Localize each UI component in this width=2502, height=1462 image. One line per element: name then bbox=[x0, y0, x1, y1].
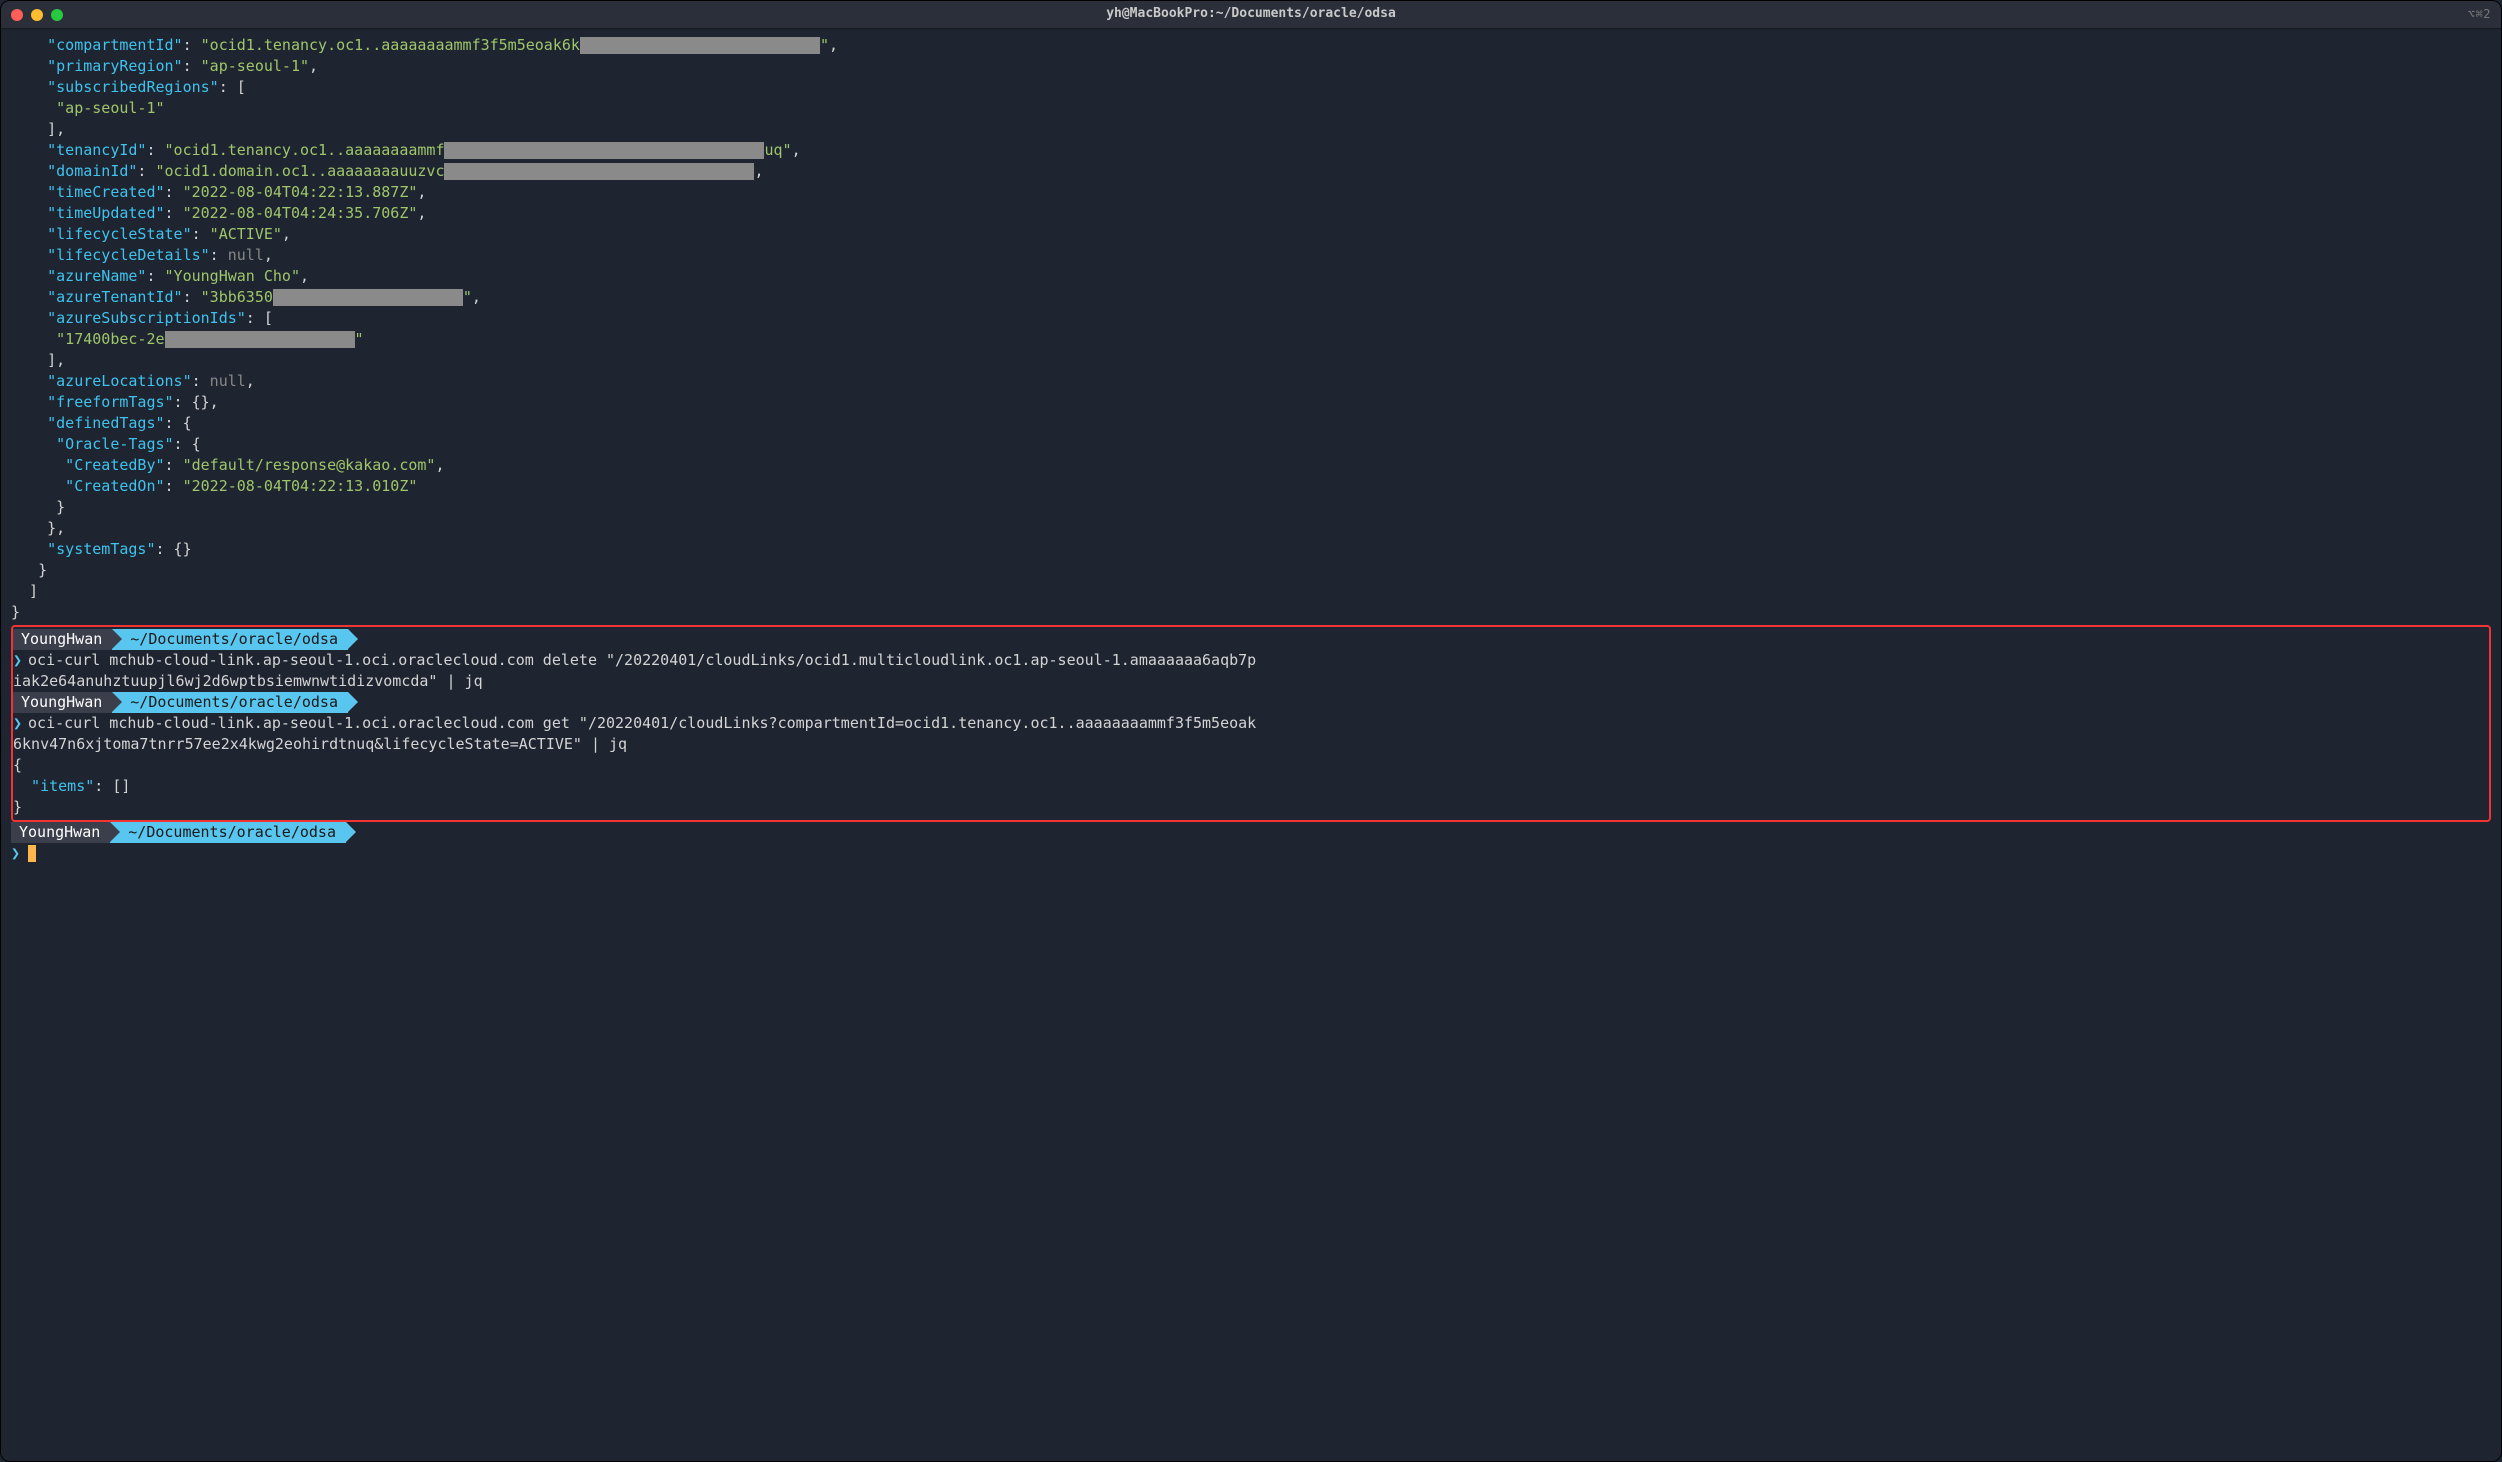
command-line: ❯ oci-curl mchub-cloud-link.ap-seoul-1.oc… bbox=[13, 713, 2489, 734]
prompt-caret-icon: ❯ bbox=[11, 844, 20, 862]
command-line: ❯ oci-curl mchub-cloud-link.ap-seoul-1.oc… bbox=[13, 650, 2489, 671]
redacted-segment bbox=[165, 331, 355, 348]
json-value: "ocid1.tenancy.oc1..aaaaaaaammf bbox=[165, 141, 445, 159]
json-value: "2022-08-04T04:22:13.010Z" bbox=[183, 477, 418, 495]
prompt-user-segment: YoungHwan bbox=[11, 822, 110, 843]
redacted-segment bbox=[273, 289, 463, 306]
json-brace: { bbox=[13, 756, 22, 774]
window-titlebar: yh@MacBookPro:~/Documents/oracle/odsa ⌥⌘… bbox=[1, 1, 2501, 29]
json-value: " bbox=[820, 36, 829, 54]
json-value: " bbox=[355, 330, 364, 348]
json-key: "lifecycleState" bbox=[47, 225, 192, 243]
shell-prompt: YoungHwan ~/Documents/oracle/odsa bbox=[13, 629, 2489, 650]
command-text: oci-curl mchub-cloud-link.ap-seoul-1.oci… bbox=[28, 714, 1256, 732]
json-value: "ACTIVE" bbox=[210, 225, 282, 243]
json-value: "17400bec-2e bbox=[56, 330, 164, 348]
json-value: {} bbox=[174, 540, 192, 558]
prompt-user-segment: YoungHwan bbox=[13, 629, 112, 650]
json-key: "timeUpdated" bbox=[47, 204, 164, 222]
zoom-window-button[interactable] bbox=[51, 9, 63, 21]
json-value: "2022-08-04T04:22:13.887Z" bbox=[183, 183, 418, 201]
json-key: "domainId" bbox=[47, 162, 137, 180]
command-text-continuation: 6knv47n6xjtoma7tnrr57ee2x4kwg2eohirdtnuq… bbox=[13, 734, 2489, 755]
json-value: "ocid1.domain.oc1..aaaaaaaauuzvc bbox=[155, 162, 444, 180]
prompt-path-segment: ~/Documents/oracle/odsa bbox=[110, 822, 346, 843]
prompt-user-segment: YoungHwan bbox=[13, 692, 112, 713]
json-value: null bbox=[228, 246, 264, 264]
json-value: {} bbox=[192, 393, 210, 411]
json-key: "tenancyId" bbox=[47, 141, 146, 159]
command-input-line[interactable]: ❯ bbox=[11, 843, 2491, 864]
json-key: "azureTenantId" bbox=[47, 288, 182, 306]
terminal-window: yh@MacBookPro:~/Documents/oracle/odsa ⌥⌘… bbox=[0, 0, 2502, 1462]
json-key: "azureSubscriptionIds" bbox=[47, 309, 246, 327]
json-key: "compartmentId" bbox=[47, 36, 182, 54]
shell-prompt: YoungHwan ~/Documents/oracle/odsa bbox=[13, 692, 2489, 713]
json-brace: } bbox=[13, 798, 22, 816]
highlighted-region: YoungHwan ~/Documents/oracle/odsa ❯ oci-c… bbox=[11, 625, 2491, 822]
json-value: "ap-seoul-1" bbox=[201, 57, 309, 75]
json-value: null bbox=[210, 372, 246, 390]
json-key: "items" bbox=[31, 777, 94, 795]
json-value: "2022-08-04T04:24:35.706Z" bbox=[183, 204, 418, 222]
json-value: "YoungHwan Cho" bbox=[165, 267, 300, 285]
command-text-continuation: iak2e64anuhztuupjl6wj2d6wptbsiemwnwtidiz… bbox=[13, 671, 2489, 692]
json-value: "3bb6350 bbox=[201, 288, 273, 306]
text-cursor bbox=[28, 845, 36, 862]
prompt-path-segment: ~/Documents/oracle/odsa bbox=[112, 692, 348, 713]
json-output: "compartmentId": "ocid1.tenancy.oc1..aaa… bbox=[11, 35, 2491, 623]
json-key: "azureLocations" bbox=[47, 372, 192, 390]
json-key: "Oracle-Tags" bbox=[56, 435, 173, 453]
json-value: "ocid1.tenancy.oc1..aaaaaaaammf3f5m5eoak… bbox=[201, 36, 580, 54]
redacted-segment bbox=[580, 37, 820, 54]
json-value: uq" bbox=[764, 141, 791, 159]
prompt-caret-icon: ❯ bbox=[13, 651, 22, 669]
json-key: "CreatedOn" bbox=[65, 477, 164, 495]
redacted-segment bbox=[444, 142, 764, 159]
traffic-lights bbox=[11, 9, 63, 21]
json-key: "CreatedBy" bbox=[65, 456, 164, 474]
tab-shortcut-indicator: ⌥⌘2 bbox=[2468, 6, 2491, 23]
redacted-segment bbox=[444, 163, 754, 180]
json-key: "azureName" bbox=[47, 267, 146, 285]
prompt-path-segment: ~/Documents/oracle/odsa bbox=[112, 629, 348, 650]
shell-prompt: YoungHwan ~/Documents/oracle/odsa bbox=[11, 822, 2491, 843]
terminal-body[interactable]: "compartmentId": "ocid1.tenancy.oc1..aaa… bbox=[1, 29, 2501, 1461]
window-title: yh@MacBookPro:~/Documents/oracle/odsa bbox=[1, 5, 2501, 23]
command-text: oci-curl mchub-cloud-link.ap-seoul-1.oci… bbox=[28, 651, 1256, 669]
json-key: "primaryRegion" bbox=[47, 57, 182, 75]
json-value: [] bbox=[112, 777, 130, 795]
json-key: "lifecycleDetails" bbox=[47, 246, 210, 264]
json-key: "subscribedRegions" bbox=[47, 78, 219, 96]
prompt-caret-icon: ❯ bbox=[13, 714, 22, 732]
json-value: "ap-seoul-1" bbox=[56, 99, 164, 117]
json-key: "systemTags" bbox=[47, 540, 155, 558]
json-value: "default/response@kakao.com" bbox=[183, 456, 436, 474]
minimize-window-button[interactable] bbox=[31, 9, 43, 21]
close-window-button[interactable] bbox=[11, 9, 23, 21]
json-value: " bbox=[463, 288, 472, 306]
json-key: "freeformTags" bbox=[47, 393, 173, 411]
json-key: "timeCreated" bbox=[47, 183, 164, 201]
json-key: "definedTags" bbox=[47, 414, 164, 432]
